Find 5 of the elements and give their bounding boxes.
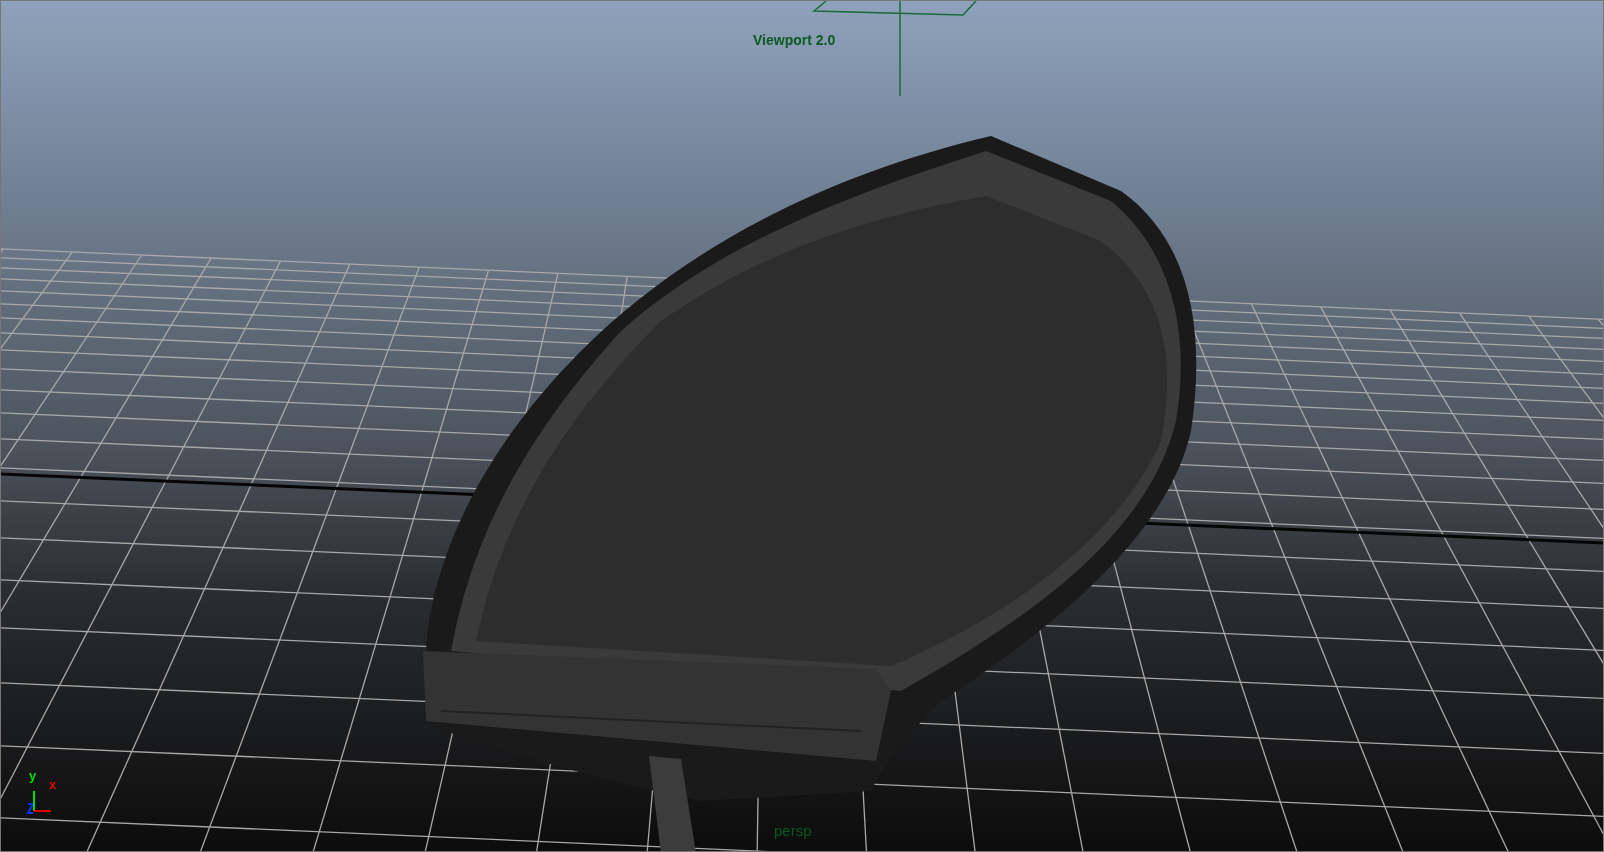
renderer-label: Viewport 2.0 xyxy=(753,32,836,48)
axis-label: x xyxy=(49,778,57,791)
axis-icon xyxy=(26,790,52,814)
camera-label: persp xyxy=(774,822,812,839)
axis-label: y xyxy=(29,769,37,782)
